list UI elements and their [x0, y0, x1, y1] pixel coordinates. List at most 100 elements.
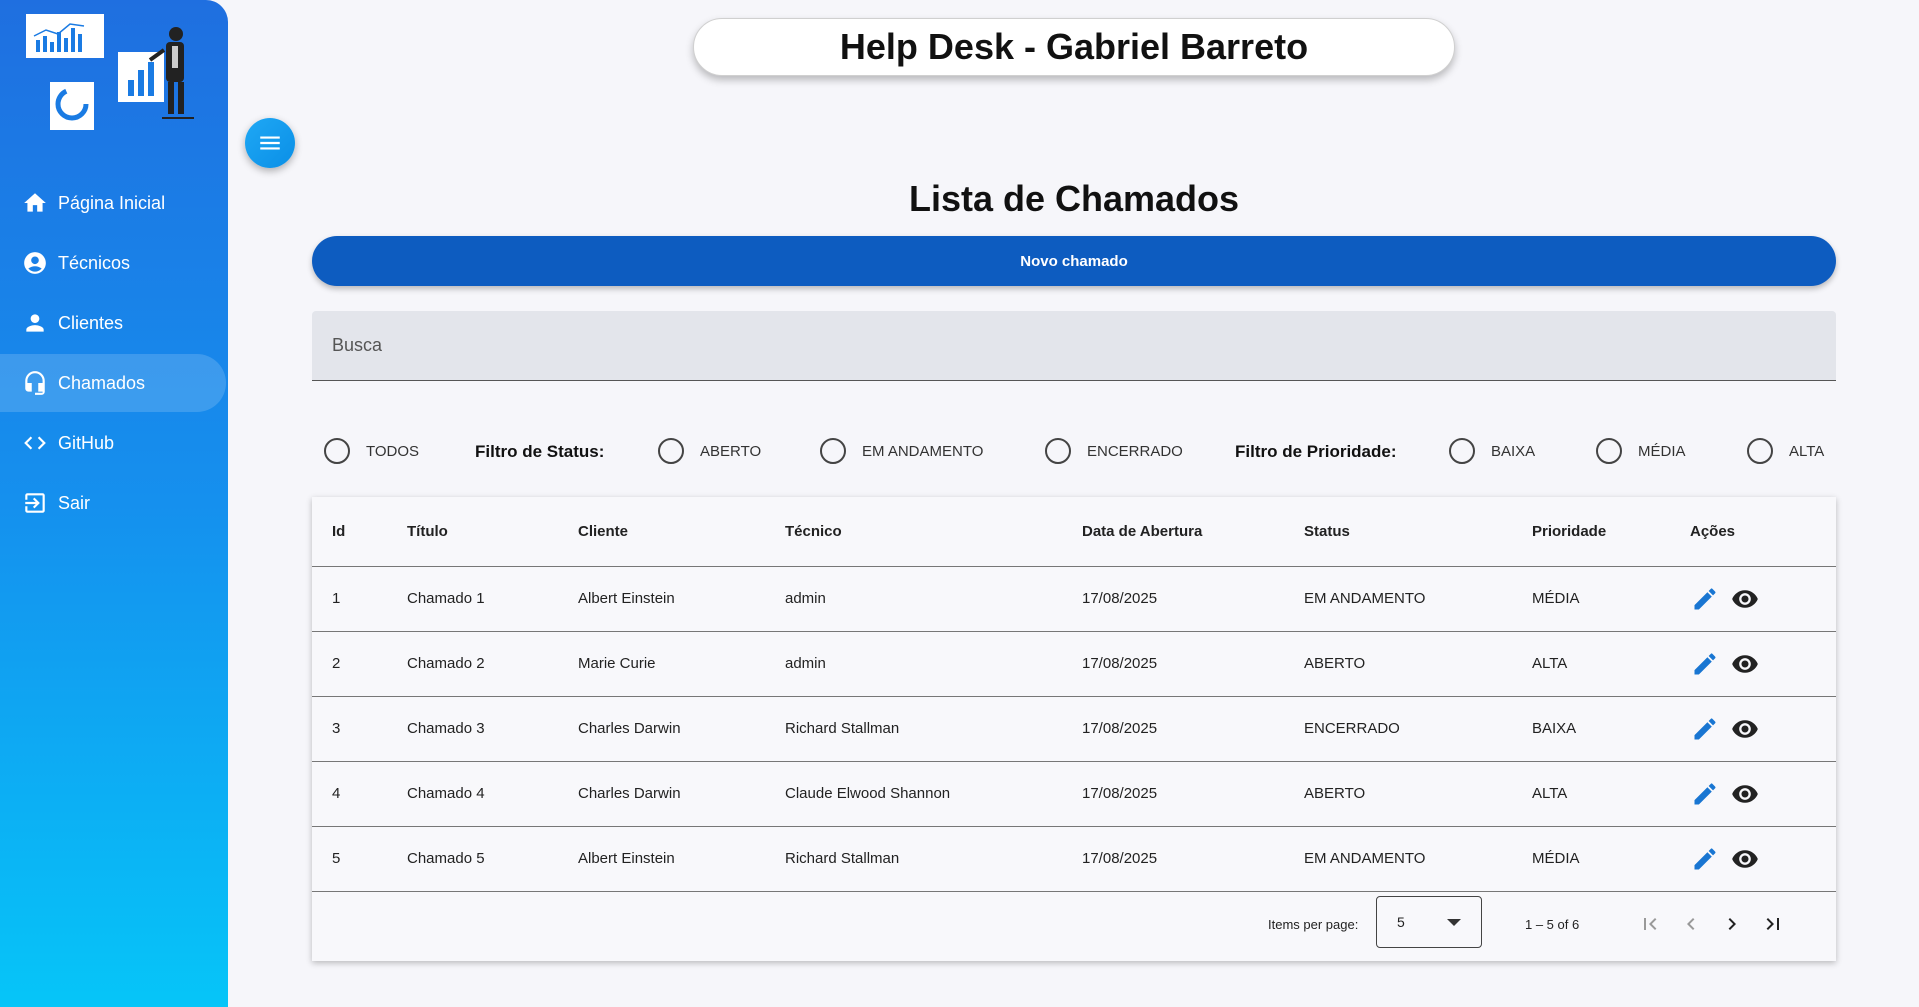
column-header-id[interactable]: Id — [312, 497, 407, 567]
app-title: Help Desk - Gabriel Barreto — [693, 18, 1455, 76]
items-per-page-select[interactable]: 5 — [1376, 896, 1482, 948]
cell-cliente: Marie Curie — [578, 631, 785, 697]
filter-priority-media-radio[interactable]: MÉDIA — [1596, 438, 1686, 464]
column-header-status[interactable]: Status — [1304, 497, 1532, 567]
row-actions — [1690, 584, 1836, 614]
cell-titulo: Chamado 2 — [407, 631, 578, 697]
view-button[interactable] — [1730, 844, 1760, 874]
sidebar-item-github[interactable]: GitHub — [0, 414, 228, 472]
cell-id: 3 — [312, 696, 407, 762]
cell-cliente: Albert Einstein — [578, 566, 785, 632]
view-button[interactable] — [1730, 714, 1760, 744]
new-ticket-button[interactable]: Novo chamado — [312, 236, 1836, 286]
cell-status: ABERTO — [1304, 631, 1532, 697]
menu-toggle-button[interactable] — [245, 118, 295, 168]
sidebar-item-label: Sair — [58, 492, 91, 513]
column-header-cliente[interactable]: Cliente — [578, 497, 785, 567]
pencil-icon — [1694, 847, 1716, 869]
cell-acoes — [1690, 761, 1836, 827]
filter-priority-alta-radio[interactable]: ALTA — [1747, 438, 1824, 464]
cell-tecnico: Richard Stallman — [785, 826, 1082, 892]
sidebar-item-clientes[interactable]: Clientes — [0, 294, 228, 352]
edit-button[interactable] — [1690, 584, 1720, 614]
edit-button[interactable] — [1690, 649, 1720, 679]
radio-circle — [658, 438, 684, 464]
tickets-table-card: Id Título Cliente Técnico Data de Abertu… — [312, 497, 1836, 961]
sidebar-nav: Página Inicial Técnicos Clientes Chamado… — [0, 174, 228, 534]
filter-status-encerrado-radio[interactable]: ENCERRADO — [1045, 438, 1183, 464]
edit-button[interactable] — [1690, 779, 1720, 809]
cell-cliente: Charles Darwin — [578, 696, 785, 762]
sidebar-item-home[interactable]: Página Inicial — [0, 174, 228, 232]
sidebar: Página Inicial Técnicos Clientes Chamado… — [0, 0, 228, 1007]
cell-cliente: Charles Darwin — [578, 761, 785, 827]
filter-priority-baixa-radio[interactable]: BAIXA — [1449, 438, 1535, 464]
table-row: 4 Chamado 4 Charles Darwin Claude Elwood Sh… — [312, 761, 1836, 827]
sidebar-item-label: Chamados — [58, 372, 146, 393]
cell-data-abertura: 17/08/2025 — [1082, 826, 1304, 892]
filter-status-aberto-radio[interactable]: ABERTO — [658, 438, 761, 464]
table-row: 5 Chamado 5 Albert Einstein Richard Stallma… — [312, 826, 1836, 892]
search-input[interactable] — [312, 311, 1836, 380]
items-per-page-label: Items per page: — [1268, 917, 1359, 932]
sidebar-item-label: GitHub — [58, 432, 115, 453]
last-page-button[interactable] — [1757, 908, 1789, 940]
first-page-icon — [1644, 918, 1657, 930]
cell-prioridade: ALTA — [1532, 761, 1690, 827]
chevron-left-icon — [1687, 918, 1695, 930]
cell-status: ABERTO — [1304, 761, 1532, 827]
cell-id: 4 — [312, 761, 407, 827]
cell-id: 2 — [312, 631, 407, 697]
column-header-tecnico[interactable]: Técnico — [785, 497, 1082, 567]
cell-status: EM ANDAMENTO — [1304, 566, 1532, 632]
last-page-icon — [1766, 918, 1779, 930]
filter-all-label: TODOS — [366, 442, 420, 460]
cell-id: 5 — [312, 826, 407, 892]
cell-tecnico: Claude Elwood Shannon — [785, 761, 1082, 827]
cell-data-abertura: 17/08/2025 — [1082, 696, 1304, 762]
next-page-button[interactable] — [1716, 908, 1748, 940]
cell-prioridade: MÉDIA — [1532, 826, 1690, 892]
cell-prioridade: MÉDIA — [1532, 566, 1690, 632]
paginator: Items per page: 5 1 – 5 of 6 — [312, 887, 1836, 961]
table-row: 3 Chamado 3 Charles Darwin Richard Stallman… — [312, 696, 1836, 762]
page-range-label: 1 – 5 of 6 — [1525, 917, 1580, 932]
sidebar-item-chamados[interactable]: Chamados — [0, 354, 226, 412]
sidebar-item-label: Clientes — [58, 312, 124, 333]
cell-tecnico: admin — [785, 566, 1082, 632]
table-header-row: Id Título Cliente Técnico Data de Abertu… — [312, 497, 1836, 567]
view-button[interactable] — [1730, 584, 1760, 614]
filter-all-radio[interactable]: TODOS — [324, 438, 419, 464]
edit-button[interactable] — [1690, 714, 1720, 744]
column-header-data-abertura[interactable]: Data de Abertura — [1082, 497, 1304, 567]
cell-data-abertura: 17/08/2025 — [1082, 631, 1304, 697]
table-row: 2 Chamado 2 Marie Curie admin 17/08/2025 ABER… — [312, 631, 1836, 697]
sidebar-item-label: Página Inicial — [58, 192, 166, 213]
row-actions — [1690, 649, 1836, 679]
cell-acoes — [1690, 826, 1836, 892]
radio-circle — [1449, 438, 1475, 464]
filter-status-em-andamento-radio[interactable]: EM ANDAMENTO — [820, 438, 983, 464]
cell-titulo: Chamado 5 — [407, 826, 578, 892]
view-button[interactable] — [1730, 779, 1760, 809]
first-page-button[interactable] — [1634, 908, 1666, 940]
status-filter-label: Filtro de Status: — [475, 442, 605, 461]
view-button[interactable] — [1730, 649, 1760, 679]
filters-bar: TODOS Filtro de Status: ABERTO EM ANDAME… — [312, 434, 1836, 468]
dashboard-illustration-logo — [26, 14, 194, 130]
cell-data-abertura: 17/08/2025 — [1082, 566, 1304, 632]
cell-titulo: Chamado 3 — [407, 696, 578, 762]
previous-page-button[interactable] — [1675, 908, 1707, 940]
sidebar-item-sair[interactable]: Sair — [0, 474, 228, 532]
column-header-titulo[interactable]: Título — [407, 497, 578, 567]
page-title: Lista de Chamados — [908, 178, 1240, 219]
headset-icon — [22, 370, 48, 396]
cell-tecnico: Richard Stallman — [785, 696, 1082, 762]
sidebar-item-tecnicos[interactable]: Técnicos — [0, 234, 228, 292]
cell-prioridade: ALTA — [1532, 631, 1690, 697]
menu-icon — [260, 136, 280, 150]
column-header-prioridade[interactable]: Prioridade — [1532, 497, 1690, 567]
cell-id: 1 — [312, 566, 407, 632]
dropdown-arrow-icon — [1447, 919, 1461, 926]
edit-button[interactable] — [1690, 844, 1720, 874]
